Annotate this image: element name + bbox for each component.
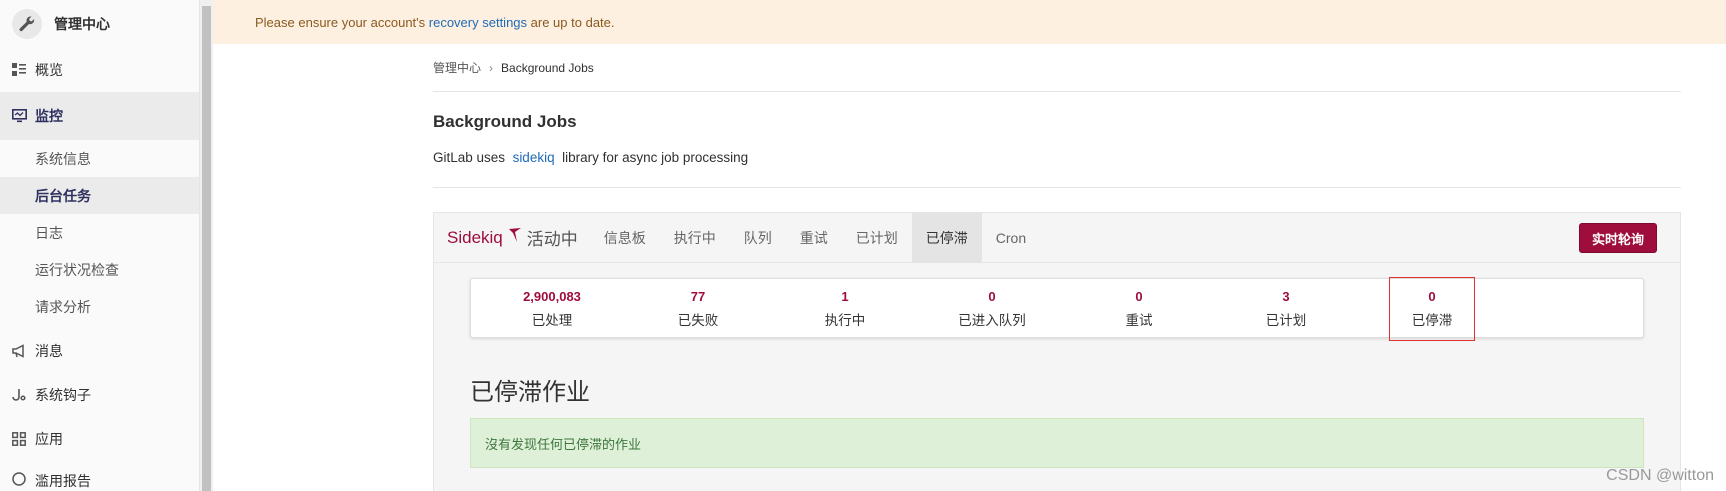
stat-label: 已处理 <box>531 313 573 328</box>
main-content: Please ensure your account's recovery se… <box>213 0 1726 491</box>
watermark: CSDN @witton <box>1606 467 1714 484</box>
tab-dead[interactable]: 已停滞 <box>911 213 982 262</box>
monitoring-submenu: 系统信息 后台任务 日志 运行状况检查 请求分析 <box>0 140 199 325</box>
stat-label: 已计划 <box>1265 313 1307 328</box>
live-poll-button[interactable]: 实时轮询 <box>1578 223 1657 253</box>
sidekiq-brand[interactable]: Sidekiq 活动中 <box>434 213 590 262</box>
desc-prefix: GitLab uses <box>433 150 509 165</box>
kiq-kite-icon <box>507 227 523 248</box>
stat-failed[interactable]: 77 已失败 <box>643 279 753 339</box>
tab-retries[interactable]: 重试 <box>786 213 842 262</box>
submenu-item-background-jobs[interactable]: 后台任务 <box>0 177 199 214</box>
submenu-item-label: 系统信息 <box>35 150 91 167</box>
breadcrumb-current: Background Jobs <box>501 60 594 75</box>
alert-text-suffix: are up to date. <box>530 14 615 30</box>
sidebar-title: 管理中心 <box>54 16 110 32</box>
stat-value: 0 <box>988 289 996 304</box>
submenu-item-health-check[interactable]: 运行状况检查 <box>0 251 199 288</box>
stat-busy[interactable]: 1 执行中 <box>790 279 900 339</box>
hook-icon <box>11 387 27 403</box>
sidebar-item-applications[interactable]: 应用 <box>0 417 199 461</box>
submenu-item-system-info[interactable]: 系统信息 <box>0 140 199 177</box>
sidebar-header[interactable]: 管理中心 <box>0 0 199 48</box>
stat-label: 已失败 <box>677 313 719 328</box>
sidekiq-link[interactable]: sidekiq <box>513 150 555 165</box>
stat-value: 0 <box>1135 289 1143 304</box>
breadcrumb: 管理中心 › Background Jobs <box>433 44 1681 92</box>
apps-grid-icon <box>11 431 27 447</box>
submenu-item-label: 运行状况检查 <box>35 261 119 278</box>
sidebar-item-label: 概览 <box>35 62 63 78</box>
sidebar-item-system-hooks[interactable]: 系统钩子 <box>0 373 199 417</box>
recovery-settings-link[interactable]: recovery settings <box>429 15 527 30</box>
submenu-item-label: 请求分析 <box>35 298 91 315</box>
stats-bar: 2,900,083 已处理 77 已失败 1 执行中 0 已进入队列 0 重试 … <box>470 277 1644 341</box>
sidebar-item-overview[interactable]: 概览 <box>0 48 199 92</box>
sidebar-item-messages[interactable]: 消息 <box>0 329 199 373</box>
submenu-item-label: 日志 <box>35 224 63 241</box>
sidebar-item-monitoring[interactable]: 监控 <box>0 92 199 140</box>
sidekiq-name: Sidekiq <box>447 227 503 247</box>
stat-dead[interactable]: 0 已停滞 <box>1389 277 1475 341</box>
stat-value: 3 <box>1282 289 1290 304</box>
sidebar-item-label: 应用 <box>35 431 63 447</box>
divider <box>433 187 1681 188</box>
stat-value: 1 <box>841 289 849 304</box>
tab-scheduled[interactable]: 已计划 <box>842 213 912 262</box>
sidekiq-panel: Sidekiq 活动中 信息板 执行中 队列 重试 已计划 已停滞 Cron 实… <box>433 212 1681 491</box>
page-content: 管理中心 › Background Jobs Background Jobs G… <box>433 44 1681 491</box>
sidebar-item-label: 监控 <box>35 108 63 124</box>
page-title: Background Jobs <box>433 112 577 131</box>
stat-label: 已进入队列 <box>958 313 1026 328</box>
breadcrumb-separator: › <box>489 60 494 75</box>
megaphone-icon <box>11 343 27 359</box>
stat-enqueued[interactable]: 0 已进入队列 <box>937 279 1047 339</box>
recovery-alert: Please ensure your account's recovery se… <box>213 0 1726 44</box>
submenu-item-request-profiles[interactable]: 请求分析 <box>0 288 199 325</box>
tab-queues[interactable]: 队列 <box>730 213 786 262</box>
empty-dead-jobs-message: 沒有发现任何已停滞的作业 <box>470 418 1644 468</box>
page-description: GitLab uses sidekiq library for async jo… <box>433 150 1681 170</box>
sidebar-item-label: 消息 <box>35 343 63 359</box>
sidebar: 管理中心 概览 监控 系统信息 后台任务 日志 运行状况检查 请求分析 消息 系… <box>0 0 200 491</box>
dead-jobs-heading: 已停滞作业 <box>470 379 590 406</box>
stat-processed[interactable]: 2,900,083 已处理 <box>497 279 607 339</box>
tab-cron[interactable]: Cron <box>982 213 1040 262</box>
breadcrumb-parent-link[interactable]: 管理中心 <box>433 59 481 76</box>
sidebar-scrollbar[interactable] <box>200 0 213 491</box>
scrollbar-thumb[interactable] <box>202 6 211 491</box>
monitor-icon <box>11 108 27 124</box>
stat-value: 0 <box>1428 289 1436 304</box>
stat-value: 2,900,083 <box>523 289 581 304</box>
stat-label: 重试 <box>1125 313 1153 328</box>
tab-dashboard[interactable]: 信息板 <box>590 213 660 262</box>
submenu-item-logs[interactable]: 日志 <box>0 214 199 251</box>
stat-value: 77 <box>690 289 706 304</box>
sidebar-item-abuse-reports[interactable]: 滥用报告 <box>0 461 199 491</box>
stat-label: 已停滞 <box>1411 313 1453 328</box>
stat-retries[interactable]: 0 重试 <box>1084 279 1194 339</box>
tab-busy[interactable]: 执行中 <box>660 213 730 262</box>
submenu-item-label: 后台任务 <box>35 187 91 204</box>
stat-label: 执行中 <box>824 313 866 328</box>
sidekiq-nav: Sidekiq 活动中 信息板 执行中 队列 重试 已计划 已停滞 Cron 实… <box>434 213 1680 263</box>
grid-list-icon <box>11 62 27 78</box>
wrench-icon <box>12 9 42 39</box>
stat-scheduled[interactable]: 3 已计划 <box>1231 279 1341 339</box>
desc-suffix: library for async job processing <box>558 150 749 165</box>
alert-text-prefix: Please ensure your account's <box>255 14 426 30</box>
sidebar-item-label: 系统钩子 <box>35 387 91 403</box>
sidebar-item-label: 滥用报告 <box>35 473 91 489</box>
sidekiq-status: 活动中 <box>526 230 578 249</box>
alert-icon <box>11 471 27 487</box>
